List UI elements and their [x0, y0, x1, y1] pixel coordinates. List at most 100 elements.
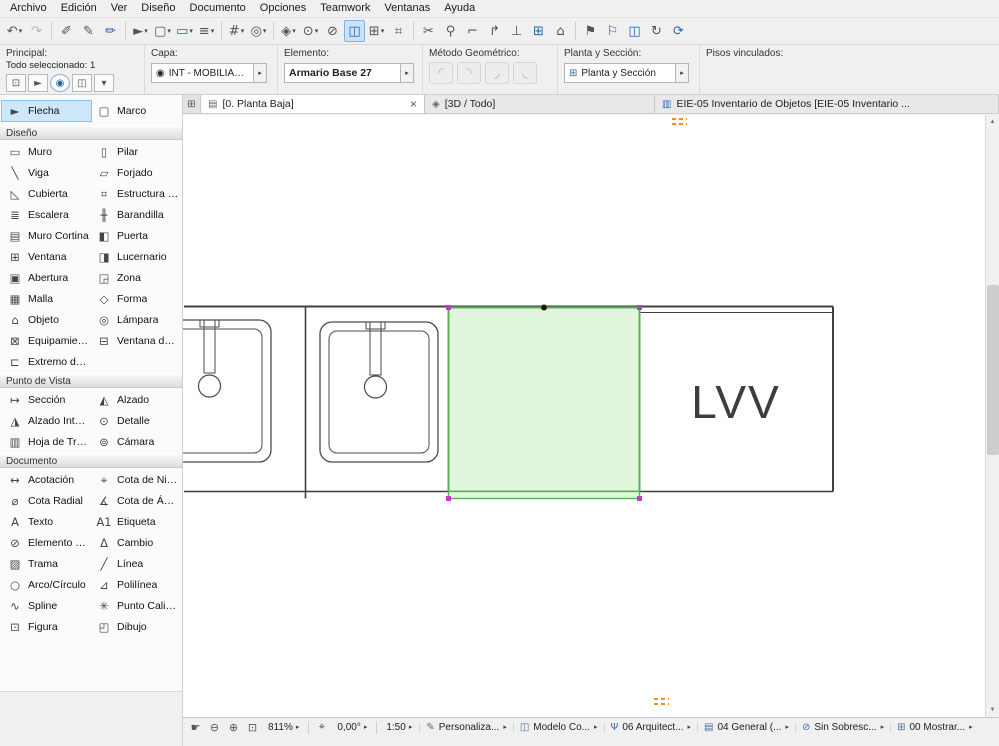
zoom-in-icon[interactable]: ⊕ [225, 720, 242, 735]
tool-extremo-de[interactable]: ⊏ Extremo de ... [2, 352, 91, 372]
default-settings-button[interactable]: ◉ [50, 74, 70, 92]
projection-button[interactable]: ◈ ▾ [278, 20, 299, 42]
top-edge-node[interactable] [541, 304, 547, 311]
tool-detalle[interactable]: ⊙ Detalle [91, 411, 180, 431]
tool-equipamiento[interactable]: ⊠ Equipamiento [2, 331, 91, 351]
tool-trama[interactable]: ▨ Trama [2, 554, 91, 574]
menu-ver[interactable]: Ver [104, 1, 135, 16]
section-header-punto-de-vista[interactable]: Punto de Vista [0, 374, 182, 388]
drawing-canvas[interactable]: LVV [183, 115, 985, 717]
layer-combo-arrow[interactable]: ▸ [254, 63, 267, 83]
menu-archivo[interactable]: Archivo [3, 1, 54, 16]
arrow-tool-button[interactable]: ► ▾ [130, 20, 151, 42]
tool-lampara[interactable]: ◎ Lámpara [91, 310, 180, 330]
tool-pilar[interactable]: ▯ Pilar [91, 142, 180, 162]
geometry-method-3-button[interactable]: ◞ [485, 62, 509, 84]
tool-cubierta[interactable]: ◺ Cubierta [2, 184, 91, 204]
scroll-up-icon[interactable]: ▲ [986, 115, 999, 129]
rebuild-button[interactable]: ⟳ ▾ [668, 20, 689, 42]
tool-barandilla[interactable]: ╫ Barandilla [91, 205, 180, 225]
planta-combo[interactable]: ⊞ Planta y Sección [564, 63, 676, 83]
tool-texto[interactable]: A Texto [2, 512, 91, 532]
tool-malla[interactable]: ▦ Malla [2, 289, 91, 309]
menu-ayuda[interactable]: Ayuda [437, 1, 482, 16]
tab-planta-baja[interactable]: ▤ [0. Planta Baja] × [201, 95, 425, 113]
tool-marco[interactable]: ▢ Marco [91, 101, 180, 121]
gravity-button[interactable]: ◎ ▾ [248, 20, 269, 42]
marquee-tool-button[interactable]: ▢ ▾ [152, 20, 173, 42]
tool-cota-de-angulo[interactable]: ∡ Cota de Áng... [91, 491, 180, 511]
section-header-diseno[interactable]: Diseño [0, 126, 182, 140]
tool-arco-circulo[interactable]: ○ Arco/Círculo [2, 575, 91, 595]
flag-review-button[interactable]: ⚐ ▾ [602, 20, 623, 42]
tool-cota-radial[interactable]: ⌀ Cota Radial [2, 491, 91, 511]
menu-diseno[interactable]: Diseño [134, 1, 182, 16]
tool-forma[interactable]: ◇ Forma [91, 289, 180, 309]
status-personalizar[interactable]: ✎ Personaliza... ▸ [419, 721, 513, 733]
tool-muro-cortina[interactable]: ▤ Muro Cortina [2, 226, 91, 246]
tool-hoja-de-trabajo[interactable]: ▥ Hoja de Trab... [2, 432, 91, 452]
suspend-groups-button[interactable]: ⊘ ▾ [322, 20, 343, 42]
status-sobrescritura[interactable]: ⊘ Sin Sobresc... ▸ [794, 721, 890, 733]
guide-lines-button[interactable]: ⊞ ▾ [366, 20, 387, 42]
fillet-button[interactable]: ⌐ ▾ [462, 20, 483, 42]
menu-ventanas[interactable]: Ventanas [377, 1, 437, 16]
section-header-documento[interactable]: Documento [0, 454, 182, 468]
pan-hand-icon[interactable]: ☛ [187, 720, 204, 735]
tool-punto-caliente[interactable]: ✳ Punto Calien... [91, 596, 180, 616]
tool-figura[interactable]: ⊡ Figura [2, 617, 91, 637]
scroll-down-icon[interactable]: ▼ [986, 703, 999, 717]
split-button[interactable]: ✂ ▾ [418, 20, 439, 42]
inject-parameters-button[interactable]: ✎ ▾ [78, 20, 99, 42]
menu-edicion[interactable]: Edición [54, 1, 104, 16]
settings-dialog-button[interactable]: ⊡ [6, 74, 26, 92]
zoom-selection-button[interactable]: ⊙ ▾ [300, 20, 321, 42]
tool-alzado-interior[interactable]: ◮ Alzado Interi... [2, 411, 91, 431]
favorites-button[interactable]: ✏ ▾ [100, 20, 121, 42]
element-snap-button[interactable]: ◫ ▾ [344, 20, 365, 42]
tab-3d-todo[interactable]: ◈ [3D / Todo] × [425, 95, 655, 113]
adjust-button[interactable]: ↱ ▾ [484, 20, 505, 42]
tool-polilinea[interactable]: ⊿ Polilínea [91, 575, 180, 595]
redo-button[interactable]: ↷ ▾ [26, 20, 47, 42]
tool-puerta[interactable]: ◧ Puerta [91, 226, 180, 246]
vertical-scrollbar[interactable]: ▲ ▼ [985, 115, 999, 717]
tool-muro[interactable]: ▭ Muro [2, 142, 91, 162]
intersect-button[interactable]: ⊥ ▾ [506, 20, 527, 42]
grid-snap-button[interactable]: # ▾ [226, 20, 247, 42]
rotate-view-button[interactable]: ↻ ▾ [646, 20, 667, 42]
undo-button[interactable]: ↶ ▾ [4, 20, 25, 42]
scale-control[interactable]: 1:50 ▸ [381, 722, 417, 733]
orientation-control[interactable]: 0,00° ▸ [332, 722, 372, 733]
tab-close-icon[interactable]: × [410, 98, 417, 110]
planta-combo-arrow[interactable]: ▸ [676, 63, 689, 83]
menu-documento[interactable]: Documento [183, 1, 253, 16]
tool-alzado[interactable]: ◭ Alzado [91, 390, 180, 410]
zoom-level-control[interactable]: 811% ▸ [263, 722, 304, 733]
tool-etiqueta[interactable]: A1 Etiqueta [91, 512, 180, 532]
tool-acotacion[interactable]: ↔ Acotación [2, 470, 91, 490]
selected-cabinet[interactable] [446, 304, 642, 502]
tool-flecha[interactable]: ► Flecha [1, 100, 92, 122]
element-combo-arrow[interactable]: ▸ [401, 63, 414, 83]
fit-in-window-icon[interactable]: ⊡ [244, 720, 261, 735]
wall-tool-button[interactable]: ▭ ▾ [174, 20, 195, 42]
menu-teamwork[interactable]: Teamwork [313, 1, 377, 16]
tool-camara[interactable]: ⊚ Cámara [91, 432, 180, 452]
snap-reference-button[interactable]: ⌗ ▾ [388, 20, 409, 42]
tool-escalera[interactable]: ≣ Escalera [2, 205, 91, 225]
tool-forjado[interactable]: ▱ Forjado [91, 163, 180, 183]
status-modelo-completo[interactable]: ◫ Modelo Co... ▸ [512, 721, 604, 733]
tool-objeto[interactable]: ⌂ Objeto [2, 310, 91, 330]
element-combo[interactable]: Armario Base 27 [284, 63, 401, 83]
tool-lucernario[interactable]: ◨ Lucernario [91, 247, 180, 267]
tab-overview-icon[interactable]: ⊞ [183, 95, 201, 113]
geometry-method-2-button[interactable]: ◝ [457, 62, 481, 84]
tool-ventana-de[interactable]: ⊟ Ventana de ... [91, 331, 180, 351]
pick-up-parameters-button[interactable]: ✐ ▾ [56, 20, 77, 42]
panel-toggle-button[interactable]: ◫ ▾ [624, 20, 645, 42]
layer-combo[interactable]: ◉ INT - MOBILIARIO FIJO.I... [151, 63, 254, 83]
zoom-out-icon[interactable]: ⊖ [206, 720, 223, 735]
tool-zona[interactable]: ◲ Zona [91, 268, 180, 288]
status-filtro-renovacion[interactable]: ⊞ 00 Mostrar... ▸ [890, 721, 978, 733]
